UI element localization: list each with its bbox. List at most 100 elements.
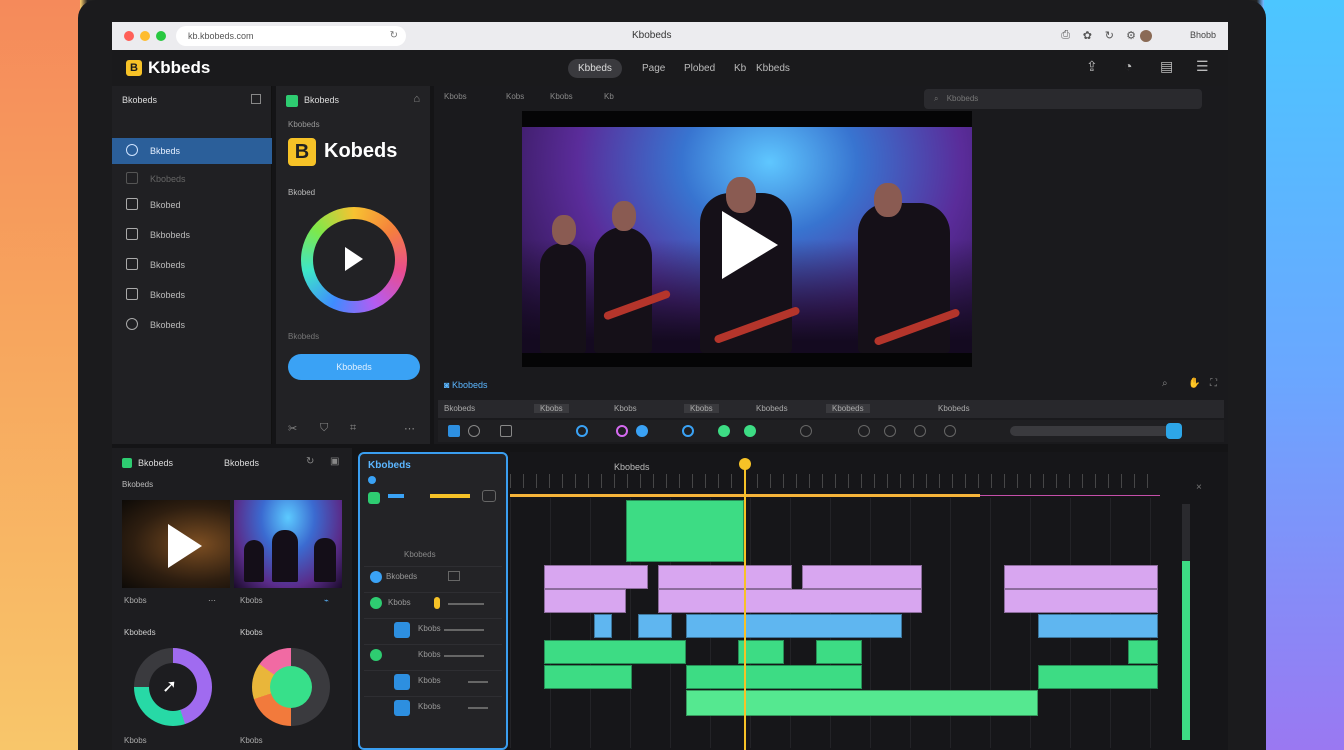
track-slider[interactable] [468, 681, 488, 683]
green-dot-icon[interactable] [718, 425, 730, 437]
track-slider[interactable] [444, 629, 484, 631]
track-row-4[interactable]: Kbobs [364, 644, 502, 666]
thumb-menu-icon[interactable]: ⋯ [208, 596, 216, 605]
undo-icon[interactable] [944, 425, 956, 437]
nav-tab-1[interactable]: Kbbeds [568, 59, 622, 78]
refresh-icon[interactable]: ↻ [306, 456, 314, 467]
copy-icon[interactable] [884, 425, 896, 437]
preview-tab-4[interactable]: Kb [604, 92, 614, 101]
preview-tab-1[interactable]: Kbobs [444, 92, 467, 101]
timeline-ruler[interactable] [510, 474, 1160, 488]
track-row-2[interactable]: Kbobs [364, 592, 502, 614]
color-icon[interactable] [616, 425, 628, 437]
track-slider[interactable] [468, 707, 488, 709]
lock-icon[interactable] [800, 425, 812, 437]
more-icon[interactable]: ⋯ [404, 422, 415, 435]
thumb-action-icon[interactable]: ⌁ [324, 596, 329, 605]
track-knob[interactable] [370, 649, 382, 661]
video-clip[interactable] [626, 500, 744, 562]
sidebar-item-1[interactable]: Bkbeds [112, 138, 272, 164]
home-icon[interactable]: ⌂ [413, 93, 420, 105]
track-select-icon[interactable] [394, 674, 410, 690]
track-box-icon[interactable] [448, 571, 460, 581]
url-bar[interactable]: kb.kbobeds.com ↻ [176, 26, 406, 46]
voice-clip[interactable] [686, 690, 1038, 716]
play-icon[interactable] [722, 211, 778, 279]
paste-icon[interactable] [914, 425, 926, 437]
fill-icon[interactable] [636, 425, 648, 437]
audio-clip[interactable] [544, 589, 626, 613]
document-icon[interactable]: ▤ [1160, 58, 1173, 75]
collapse-icon[interactable] [251, 94, 261, 104]
track-slider[interactable] [448, 603, 484, 605]
track-row-3[interactable]: Kbobs [364, 618, 502, 640]
upload-icon[interactable]: ⇪ [1086, 58, 1098, 75]
grid-icon[interactable] [500, 425, 512, 437]
track-toggle[interactable] [368, 492, 380, 504]
timeline[interactable]: Kbobeds × [510, 452, 1228, 750]
track-knob[interactable] [370, 571, 382, 583]
play-icon[interactable] [168, 524, 202, 568]
track-option[interactable] [482, 490, 496, 502]
video-preview[interactable] [522, 111, 972, 367]
track-slider[interactable] [444, 655, 484, 657]
track-select-icon[interactable] [394, 622, 410, 638]
timeline-scroll-track[interactable] [1010, 426, 1170, 436]
cycle-icon[interactable] [576, 425, 588, 437]
toolbar-item-2[interactable]: Kbobs [534, 404, 569, 413]
maximize-window-icon[interactable] [156, 31, 166, 41]
audio-clip[interactable] [802, 565, 922, 589]
music-clip[interactable] [686, 665, 862, 689]
select-icon[interactable] [448, 425, 460, 437]
crop-icon[interactable]: ⌗ [350, 422, 356, 435]
audio-clip[interactable] [658, 565, 792, 589]
audio-clip[interactable] [544, 565, 648, 589]
audio-clip[interactable] [658, 589, 922, 613]
scroll-handle[interactable] [1166, 423, 1182, 439]
menu-icon[interactable]: ☰ [1196, 58, 1209, 75]
sidebar-item-3[interactable]: Bkobed [112, 192, 272, 218]
fx-clip[interactable] [638, 614, 672, 638]
frame-icon[interactable] [468, 425, 480, 437]
audio-clip[interactable] [1004, 565, 1158, 589]
share-icon[interactable]: ⎙ [1061, 29, 1070, 42]
audio-clip[interactable] [1004, 589, 1158, 613]
close-window-icon[interactable] [124, 31, 134, 41]
toolbar-item-4[interactable]: Kbobs [684, 404, 719, 413]
sidebar-item-4[interactable]: Bkbobeds [112, 222, 272, 248]
toolbar-item-6[interactable]: Kbobeds [826, 404, 870, 413]
music-clip[interactable] [1128, 640, 1158, 664]
toolbar-item-5[interactable]: Kbobeds [756, 404, 788, 413]
sidebar-item-7[interactable]: Bkobeds [112, 312, 272, 338]
gradient-ring[interactable] [301, 207, 407, 313]
play-icon[interactable] [345, 247, 363, 271]
preview-tab-3[interactable]: Kbobs [550, 92, 573, 101]
playhead[interactable] [744, 460, 746, 750]
track-fader[interactable] [434, 597, 440, 609]
sync-icon[interactable] [682, 425, 694, 437]
reload-icon[interactable]: ↻ [390, 30, 398, 41]
sidebar-item-5[interactable]: Bkobeds [112, 252, 272, 278]
track-knob[interactable] [370, 597, 382, 609]
sidebar-item-2[interactable]: Kbobeds [112, 166, 272, 192]
nav-tab-5[interactable]: Kbbeds [746, 59, 800, 78]
music-clip[interactable] [544, 665, 632, 689]
media-thumbnail-1[interactable] [122, 500, 230, 588]
track-row-1[interactable]: Bkobeds [364, 566, 502, 588]
bookmark-icon[interactable]: ✿ [1083, 29, 1092, 42]
sidebar-item-6[interactable]: Bkobeds [112, 282, 272, 308]
music-clip[interactable] [1038, 665, 1158, 689]
settings-icon[interactable]: ⚙ [1126, 29, 1136, 42]
track-row-6[interactable]: Kbobs [364, 696, 502, 718]
toolbar-item-7[interactable]: Kbobeds [938, 404, 970, 413]
nav-tab-2[interactable]: Page [632, 59, 675, 78]
layout-icon[interactable]: ▣ [330, 456, 339, 467]
music-clip[interactable] [544, 640, 686, 664]
close-icon[interactable]: × [1196, 482, 1202, 493]
fx-clip[interactable] [686, 614, 902, 638]
nav-tab-3[interactable]: Plobed [674, 59, 725, 78]
search-icon[interactable]: ⌕ [1162, 378, 1168, 389]
preview-tab-2[interactable]: Kobs [506, 92, 524, 101]
track-select-icon[interactable] [394, 700, 410, 716]
minimize-window-icon[interactable] [140, 31, 150, 41]
